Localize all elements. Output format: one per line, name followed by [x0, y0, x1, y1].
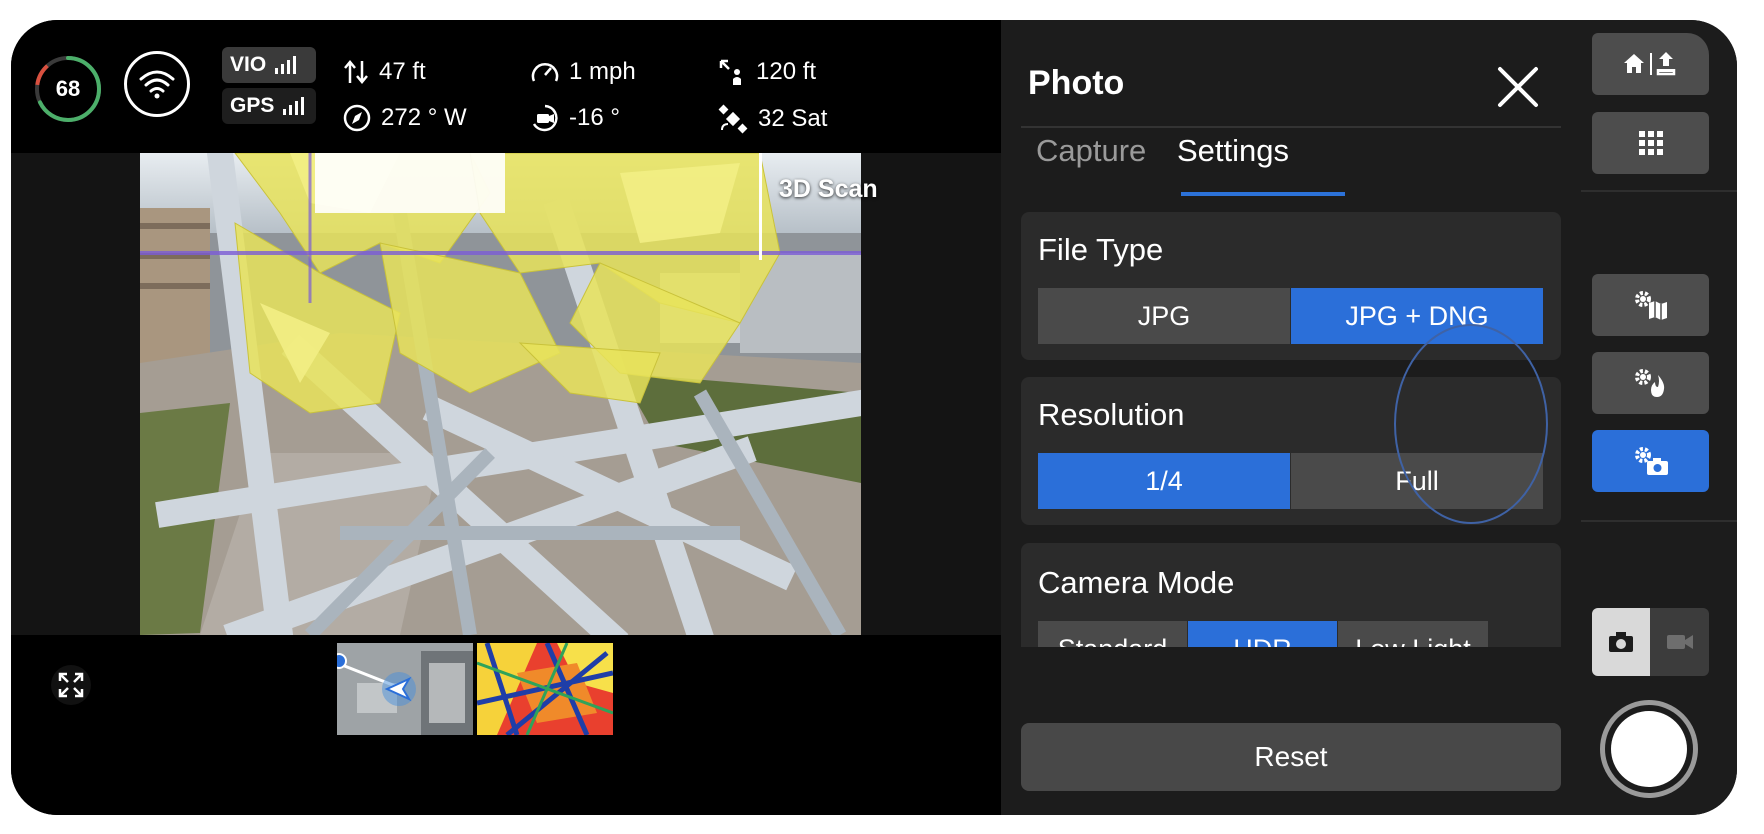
scan-divider [759, 153, 762, 260]
scan-mode-label: 3D Scan [779, 175, 878, 203]
rail-divider [1581, 520, 1737, 522]
panel-title: Photo [1028, 64, 1125, 102]
camera-settings-button[interactable] [1592, 430, 1709, 492]
satellite-value: 32 Sat [758, 105, 828, 132]
vio-status: VIO [222, 47, 316, 83]
wifi-icon [139, 70, 175, 99]
right-rail [1581, 20, 1737, 815]
grid-icon [1638, 131, 1663, 155]
satellite-icon [718, 104, 748, 134]
gimbal-readout: -16 ° [531, 104, 620, 132]
camera-scene-image [140, 153, 861, 635]
photo-mode-button[interactable] [1592, 608, 1650, 676]
altitude-arrows-icon [344, 60, 368, 84]
file-type-title: File Type [1038, 232, 1164, 267]
camera-mode-low-light-button[interactable]: Low Light [1338, 621, 1488, 647]
altitude-readout: 47 ft [343, 58, 426, 86]
file-type-section: File Type JPG JPG + DNG [1021, 212, 1561, 360]
camera-mode-section: Camera Mode Standard HDR Low Light [1021, 543, 1561, 647]
rail-divider [1581, 190, 1737, 192]
settings-scroll-area[interactable]: Camera Mode Standard HDR Low Light [1021, 525, 1561, 647]
video-icon [1666, 635, 1693, 649]
photo-settings-panel: Photo Capture Settings File Type JPG JPG… [1001, 20, 1581, 815]
video-mode-button[interactable] [1650, 608, 1709, 676]
resolution-full-button[interactable]: Full [1291, 453, 1543, 509]
resolution-title: Resolution [1038, 397, 1185, 432]
active-tab-indicator [1181, 192, 1345, 196]
wifi-indicator[interactable] [124, 51, 190, 117]
gps-status: GPS [222, 88, 316, 124]
distance-from-pilot-icon [719, 59, 741, 85]
return-home-button[interactable] [1592, 33, 1709, 95]
speed-readout: 1 mph [531, 58, 636, 86]
distance-readout: 120 ft [718, 58, 816, 86]
shutter-inner [1611, 711, 1687, 787]
signal-bars-icon [283, 97, 305, 115]
gimbal-value: -16 ° [569, 104, 620, 131]
bottom-bar [11, 635, 1001, 815]
gimbal-pitch-icon [532, 104, 558, 132]
fullscreen-button[interactable] [51, 665, 91, 705]
altitude-value: 47 ft [379, 58, 426, 85]
camera-mode-title: Camera Mode [1038, 565, 1235, 600]
file-type-jpg-button[interactable]: JPG [1038, 288, 1290, 344]
tabs-divider [1021, 126, 1561, 128]
close-icon [1498, 67, 1538, 107]
vio-label: VIO [230, 53, 267, 76]
file-type-jpg-dng-button[interactable]: JPG + DNG [1291, 288, 1543, 344]
reset-button[interactable]: Reset [1021, 723, 1561, 791]
tab-capture[interactable]: Capture [1036, 133, 1146, 169]
shutter-button[interactable] [1600, 700, 1698, 798]
gear-flame-icon [1634, 369, 1664, 397]
camera-mode-hdr-button[interactable]: HDR [1188, 621, 1337, 647]
battery-percent: 68 [55, 76, 81, 101]
camera-feed[interactable] [140, 153, 861, 635]
heading-readout: 272 ° W [343, 104, 467, 132]
battery-indicator[interactable]: 68 [33, 54, 103, 124]
map-thumbnail[interactable] [337, 643, 473, 735]
map-settings-button[interactable] [1592, 274, 1709, 336]
tab-settings[interactable]: Settings [1177, 133, 1289, 169]
thermal-settings-button[interactable] [1592, 352, 1709, 414]
home-upload-icon [1623, 52, 1675, 76]
thermal-preview-image [477, 643, 613, 735]
expand-icon [58, 672, 84, 698]
compass-icon [343, 104, 371, 132]
telemetry-bar: 68 VIO GPS 47 ft 1 mph 120 ft 272 ° W -1… [11, 20, 1001, 153]
gps-label: GPS [230, 94, 275, 117]
close-button[interactable] [1495, 64, 1541, 110]
gear-map-icon [1634, 291, 1667, 320]
camera-mode-standard-button[interactable]: Standard [1038, 621, 1187, 647]
heading-value: 272 ° W [381, 104, 467, 131]
signal-bars-icon [275, 56, 297, 74]
capture-mode-toggle[interactable] [1592, 608, 1709, 676]
speed-value: 1 mph [569, 58, 636, 85]
gear-camera-icon [1634, 447, 1668, 475]
menu-grid-button[interactable] [1592, 112, 1709, 174]
camera-icon [1609, 632, 1633, 652]
distance-value: 120 ft [756, 58, 817, 85]
map-preview-image [337, 643, 473, 735]
speedometer-icon [531, 63, 559, 82]
thermal-thumbnail[interactable] [477, 643, 613, 735]
resolution-quarter-button[interactable]: 1/4 [1038, 453, 1290, 509]
satellite-readout: 32 Sat [718, 104, 827, 134]
drone-controller-screen: 68 VIO GPS 47 ft 1 mph 120 ft 272 ° W -1… [11, 20, 1737, 815]
resolution-section: Resolution 1/4 Full [1021, 377, 1561, 525]
